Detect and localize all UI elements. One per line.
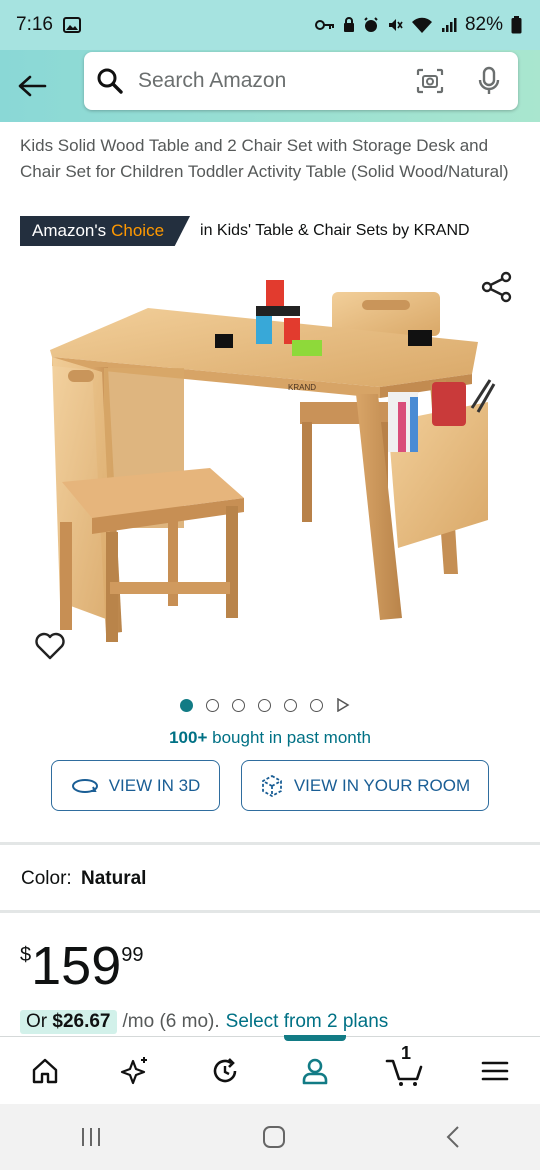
color-value: Natural xyxy=(80,868,147,889)
bought-text: bought in past month xyxy=(212,728,371,747)
select-plans-link[interactable]: Select from 2 plans xyxy=(226,1011,389,1033)
nav-rufus[interactable] xyxy=(105,1041,165,1101)
financing-highlight: Or $26.67 xyxy=(20,1010,117,1034)
image-pagination xyxy=(180,698,350,712)
status-bar: 7:16 82% xyxy=(0,0,540,50)
image-dot[interactable] xyxy=(284,698,297,712)
video-play-icon[interactable] xyxy=(336,698,350,712)
share-icon[interactable] xyxy=(480,270,514,304)
sparkle-icon xyxy=(120,1056,147,1084)
back-nav-icon[interactable] xyxy=(445,1125,461,1149)
bought-count: 100+ xyxy=(169,728,208,747)
view-in-3d-label: VIEW IN 3D xyxy=(108,775,201,795)
nav-account[interactable] xyxy=(285,1041,345,1101)
badge-choice: Choice xyxy=(111,221,165,240)
section-divider xyxy=(0,910,540,913)
price-whole: 159 xyxy=(31,936,122,996)
rotate-3d-icon xyxy=(71,778,98,793)
microphone-icon[interactable] xyxy=(478,66,500,96)
view-in-3d-button[interactable]: VIEW IN 3D xyxy=(51,760,220,811)
recent-apps-icon[interactable] xyxy=(79,1126,103,1148)
hamburger-menu-icon xyxy=(481,1061,509,1080)
mute-icon xyxy=(388,19,403,31)
account-icon xyxy=(302,1058,328,1084)
image-dot[interactable] xyxy=(258,698,271,712)
top-header: Search Amazon xyxy=(0,50,540,122)
nav-buy-again[interactable] xyxy=(195,1041,255,1101)
ar-cube-icon xyxy=(261,774,282,797)
price-currency: $ xyxy=(20,944,32,966)
price: $ 159 99 xyxy=(20,938,143,994)
badge-category[interactable]: in Kids' Table & Chair Sets by KRAND xyxy=(200,222,470,240)
search-icon xyxy=(97,68,123,94)
view-in-your-room-button[interactable]: VIEW IN YOUR ROOM xyxy=(241,760,489,811)
wishlist-heart-icon[interactable] xyxy=(34,630,66,662)
bottom-navigation: 1 xyxy=(0,1035,540,1104)
financing-prefix: Or xyxy=(26,1011,48,1032)
product-title[interactable]: Kids Solid Wood Table and 2 Chair Set wi… xyxy=(20,133,520,185)
color-selector[interactable]: Color: Natural xyxy=(21,868,146,890)
image-dot[interactable] xyxy=(180,698,193,712)
brand-mark: KRAND xyxy=(288,383,316,392)
color-label: Color: xyxy=(21,868,72,889)
back-arrow-icon xyxy=(18,75,47,97)
cart-count: 1 xyxy=(401,1042,412,1063)
section-divider xyxy=(0,842,540,845)
home-button-icon[interactable] xyxy=(262,1125,286,1149)
image-dot[interactable] xyxy=(232,698,245,712)
financing-term: /mo (6 mo). xyxy=(122,1011,220,1032)
financing-offer: Or $26.67 /mo (6 mo). Select from 2 plan… xyxy=(20,1010,388,1034)
back-button[interactable] xyxy=(0,50,64,122)
lock-icon xyxy=(343,17,354,32)
signal-icon xyxy=(441,18,457,32)
gallery-icon xyxy=(62,17,81,33)
alarm-icon xyxy=(364,17,378,32)
badge-prefix: Amazon's xyxy=(32,221,107,240)
key-icon xyxy=(314,20,334,30)
battery-percent: 82% xyxy=(464,14,503,35)
amazons-choice-row: Amazon's Choice in Kids' Table & Chair Se… xyxy=(20,216,470,246)
refresh-icon xyxy=(213,1057,237,1082)
battery-icon xyxy=(511,16,522,34)
system-navigation-bar xyxy=(0,1104,540,1170)
nav-home[interactable] xyxy=(15,1041,75,1101)
image-dot[interactable] xyxy=(310,698,323,712)
nav-cart[interactable]: 1 xyxy=(375,1041,435,1101)
status-time: 7:16 xyxy=(16,14,53,35)
camera-scan-icon[interactable] xyxy=(416,68,444,94)
wifi-icon xyxy=(411,17,432,33)
bought-in-past-month: 100+ bought in past month xyxy=(0,728,540,748)
financing-amount: $26.67 xyxy=(52,1011,111,1032)
view-in-your-room-label: VIEW IN YOUR ROOM xyxy=(293,775,471,795)
image-dot[interactable] xyxy=(206,698,219,712)
nav-menu[interactable] xyxy=(465,1041,525,1101)
price-fraction: 99 xyxy=(121,944,144,966)
amazons-choice-badge: Amazon's Choice xyxy=(20,216,191,246)
search-input[interactable]: Search Amazon xyxy=(84,52,518,110)
search-placeholder: Search Amazon xyxy=(138,69,287,92)
product-image[interactable]: KRAND xyxy=(0,262,540,682)
home-icon xyxy=(32,1058,58,1083)
